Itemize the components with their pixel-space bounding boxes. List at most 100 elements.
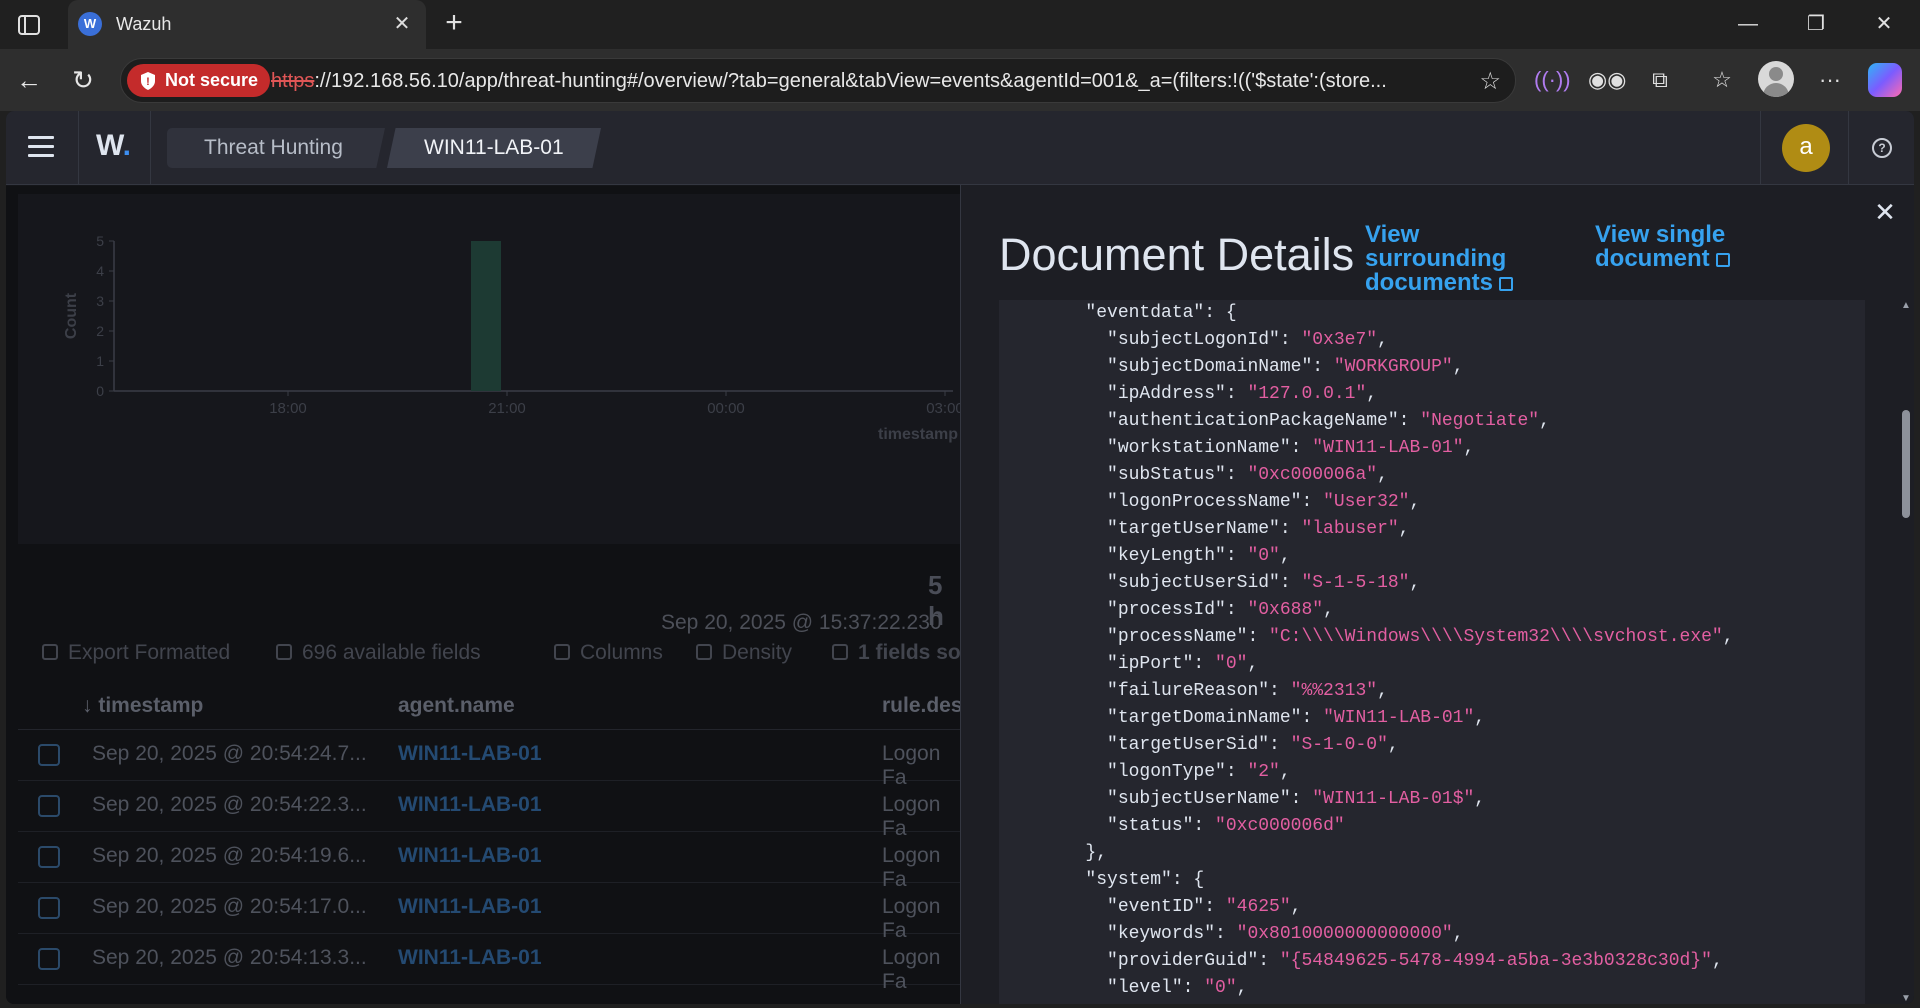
url-protocol: https (271, 70, 315, 92)
x-tick-label: 18:00 (269, 400, 307, 417)
json-line: "ipPort": "0", (999, 654, 1259, 674)
y-tick-label: 1 (96, 353, 104, 369)
cell-agent-name[interactable]: WIN11-LAB-01 (398, 742, 542, 766)
y-tick-label: 5 (96, 233, 104, 249)
export-formatted-button[interactable]: Export Formatted (42, 641, 230, 665)
wazuh-logo[interactable]: W. (96, 129, 131, 163)
help-icon[interactable]: ? (1872, 138, 1892, 158)
table-row[interactable]: Sep 20, 2025 @ 20:54:22.3... WIN11-LAB-01… (18, 781, 961, 840)
json-line: "logonProcessName": "User32", (999, 492, 1421, 512)
shield-icon: ! (141, 72, 155, 90)
json-line: "failureReason": "%%2313", (999, 681, 1388, 701)
reload-icon[interactable]: ↻ (64, 61, 102, 99)
favorite-star-icon[interactable]: ☆ (1479, 67, 1501, 96)
json-line: "eventID": "4625", (999, 897, 1302, 917)
json-line: "authenticationPackageName": "Negotiate"… (999, 411, 1550, 431)
menu-icon[interactable] (28, 136, 54, 158)
json-code-block[interactable]: "eventdata": { "subjectLogonId": "0x3e7"… (999, 300, 1865, 1004)
tracking-prevention-icon[interactable]: ◉◉ (1588, 62, 1626, 98)
close-flyout-icon[interactable]: ✕ (1874, 199, 1896, 225)
histogram-bar (471, 241, 501, 391)
flyout-scrollbar[interactable]: ▲ ▼ (1901, 300, 1911, 1004)
tab-title: Wazuh (116, 14, 172, 34)
document-details-flyout: ✕ Document Details View surrounding docu… (960, 185, 1914, 1004)
scroll-down-icon[interactable]: ▼ (1901, 993, 1911, 1004)
cell-rule-description: Logon Fa (882, 946, 941, 993)
table-row[interactable]: Sep 20, 2025 @ 20:54:17.0... WIN11-LAB-01… (18, 883, 961, 942)
y-axis-label: Count (63, 292, 80, 339)
inspect-document-icon[interactable] (38, 795, 60, 817)
table-row[interactable]: Sep 20, 2025 @ 20:54:13.3... WIN11-LAB-01… (18, 934, 961, 993)
user-avatar[interactable]: a (1782, 124, 1830, 172)
x-tick-label: 00:00 (707, 400, 745, 417)
json-line: "processId": "0x688", (999, 600, 1334, 620)
url-text[interactable]: https://192.168.56.10/app/threat-hunting… (271, 70, 1461, 93)
profile-avatar-icon[interactable] (1758, 61, 1794, 97)
back-icon[interactable]: ← (10, 61, 48, 99)
cell-agent-name[interactable]: WIN11-LAB-01 (398, 844, 542, 868)
cell-timestamp: Sep 20, 2025 @ 20:54:13.3... (92, 946, 367, 969)
app-header: W. Threat Hunting WIN11-LAB-01 a ? (6, 111, 1914, 185)
column-header-timestamp[interactable]: ↓ timestamp (82, 694, 203, 718)
extensions-icon[interactable]: ⧉ (1642, 62, 1678, 98)
tab-actions-icon[interactable] (14, 10, 44, 40)
cell-agent-name[interactable]: WIN11-LAB-01 (398, 946, 542, 970)
density-button[interactable]: Density (696, 641, 792, 665)
favorites-icon[interactable]: ☆ (1704, 62, 1740, 98)
inspect-document-icon[interactable] (38, 846, 60, 868)
table-row[interactable]: Sep 20, 2025 @ 20:54:24.7... WIN11-LAB-01… (18, 730, 961, 789)
tab-close-icon[interactable]: ✕ (390, 12, 414, 36)
inspect-document-icon[interactable] (38, 897, 60, 919)
json-line: "workstationName": "WIN11-LAB-01", (999, 438, 1475, 458)
breadcrumb-agent[interactable]: WIN11-LAB-01 (387, 128, 601, 168)
date-range: Sep 20, 2025 @ 15:37:22.230 (661, 611, 942, 634)
json-line: }, (999, 843, 1108, 863)
json-line: "logonType": "2", (999, 762, 1291, 782)
available-fields-button[interactable]: 696 available fields (276, 641, 481, 665)
browser-tab[interactable]: W Wazuh ✕ (68, 0, 426, 49)
cell-agent-name[interactable]: WIN11-LAB-01 (398, 793, 542, 817)
y-tick-label: 3 (96, 293, 104, 309)
column-header-agent-name[interactable]: agent.name (398, 694, 515, 718)
table-row[interactable]: Sep 20, 2025 @ 20:54:19.6... WIN11-LAB-01… (18, 832, 961, 891)
json-line: "eventdata": { (999, 303, 1237, 323)
inspect-document-icon[interactable] (38, 948, 60, 970)
external-link-icon (1499, 277, 1514, 291)
y-tick-label: 4 (96, 263, 104, 279)
json-line: "level": "0", (999, 978, 1248, 998)
columns-button[interactable]: Columns (554, 641, 663, 665)
json-content: "eventdata": { "subjectLogonId": "0x3e7"… (999, 300, 1865, 1002)
window-close-icon[interactable]: ✕ (1850, 0, 1918, 49)
scroll-up-icon[interactable]: ▲ (1901, 300, 1911, 311)
media-cast-icon[interactable]: ((·)) (1534, 62, 1571, 98)
browser-toolbar: ← ↻ ! Not secure https://192.168.56.10/a… (0, 49, 1920, 111)
cell-agent-name[interactable]: WIN11-LAB-01 (398, 895, 542, 919)
breadcrumb-threat-hunting[interactable]: Threat Hunting (167, 128, 385, 168)
histogram-panel: 0 1 2 3 4 5 Count 18:00 21:00 00:00 03:00 timestamp (18, 194, 961, 544)
scroll-thumb[interactable] (1902, 410, 1910, 518)
json-line: "status": "0xc000006d" (999, 816, 1345, 836)
json-line: "ipAddress": "127.0.0.1", (999, 384, 1378, 404)
json-line: "subjectLogonId": "0x3e7", (999, 330, 1388, 350)
view-single-document-link[interactable]: View single document (1595, 223, 1730, 271)
new-tab-icon[interactable]: + (438, 8, 470, 40)
json-line: "providerGuid": "{54849625-5478-4994-a5b… (999, 951, 1723, 971)
not-secure-badge[interactable]: ! Not secure (127, 64, 271, 97)
x-tick-label: 03:00 (926, 400, 961, 417)
json-line: "processName": "C:\\\\Windows\\\\System3… (999, 627, 1734, 647)
wazuh-favicon-icon: W (78, 12, 102, 36)
copilot-icon[interactable] (1868, 63, 1902, 97)
json-line: "system": { (999, 870, 1205, 890)
more-options-icon[interactable]: ··· (1812, 62, 1848, 98)
json-line: "subStatus": "0xc000006a", (999, 465, 1388, 485)
minimize-icon[interactable]: — (1714, 0, 1782, 49)
inspect-document-icon[interactable] (38, 744, 60, 766)
json-line: "subjectDomainName": "WORKGROUP", (999, 357, 1464, 377)
view-surrounding-documents-link[interactable]: View surrounding documents (1365, 223, 1514, 295)
browser-titlebar: W Wazuh ✕ + — ❐ ✕ (0, 0, 1920, 49)
address-bar[interactable]: ! Not secure https://192.168.56.10/app/t… (120, 58, 1516, 103)
y-tick-label: 0 (96, 383, 104, 399)
svg-text:!: ! (146, 76, 150, 88)
restore-icon[interactable]: ❐ (1782, 0, 1850, 49)
sort-fields-button[interactable]: 1 fields so (832, 641, 961, 665)
